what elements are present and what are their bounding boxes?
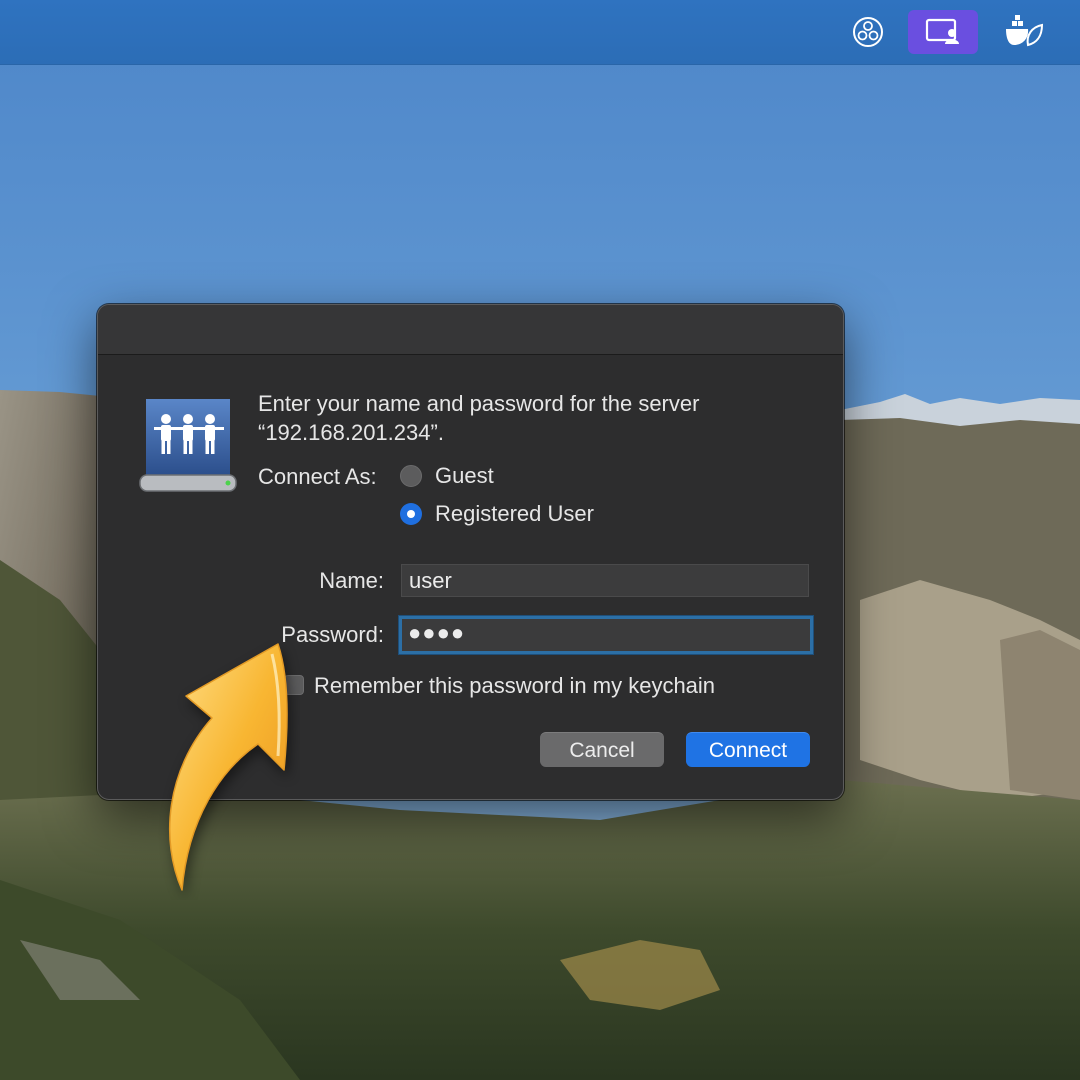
obs-icon[interactable] <box>846 10 890 54</box>
password-field[interactable]: ●●●● <box>399 616 813 654</box>
radio-guest-label: Guest <box>435 463 494 488</box>
docker-leaf-icon[interactable] <box>1002 10 1046 54</box>
radio-registered-user[interactable]: Registered User <box>400 500 594 528</box>
dialog-titlebar[interactable] <box>98 305 843 355</box>
radio-registered-user-circle[interactable] <box>400 503 422 525</box>
password-dots: ●●●● <box>408 620 466 645</box>
connect-button[interactable]: Connect <box>686 732 810 767</box>
remember-password-label[interactable]: Remember this password in my keychain <box>314 673 715 699</box>
prompt-line-1: Enter your name and password for the ser… <box>258 391 700 416</box>
radio-guest[interactable]: Guest <box>400 462 494 490</box>
screen-share-icon[interactable] <box>908 10 978 54</box>
name-field[interactable]: user <box>401 564 809 597</box>
shared-server-icon <box>139 399 237 492</box>
menu-bar <box>0 0 1080 65</box>
connect-as-label: Connect As: <box>258 464 377 489</box>
radio-guest-circle[interactable] <box>400 465 422 487</box>
cancel-button[interactable]: Cancel <box>540 732 664 767</box>
radio-registered-user-label: Registered User <box>435 501 594 526</box>
name-label: Name: <box>319 568 384 593</box>
pointer-arrow-icon <box>168 643 288 891</box>
server-prompt-text: Enter your name and password for the ser… <box>258 389 818 447</box>
prompt-line-2: “192.168.201.234”. <box>258 420 444 445</box>
